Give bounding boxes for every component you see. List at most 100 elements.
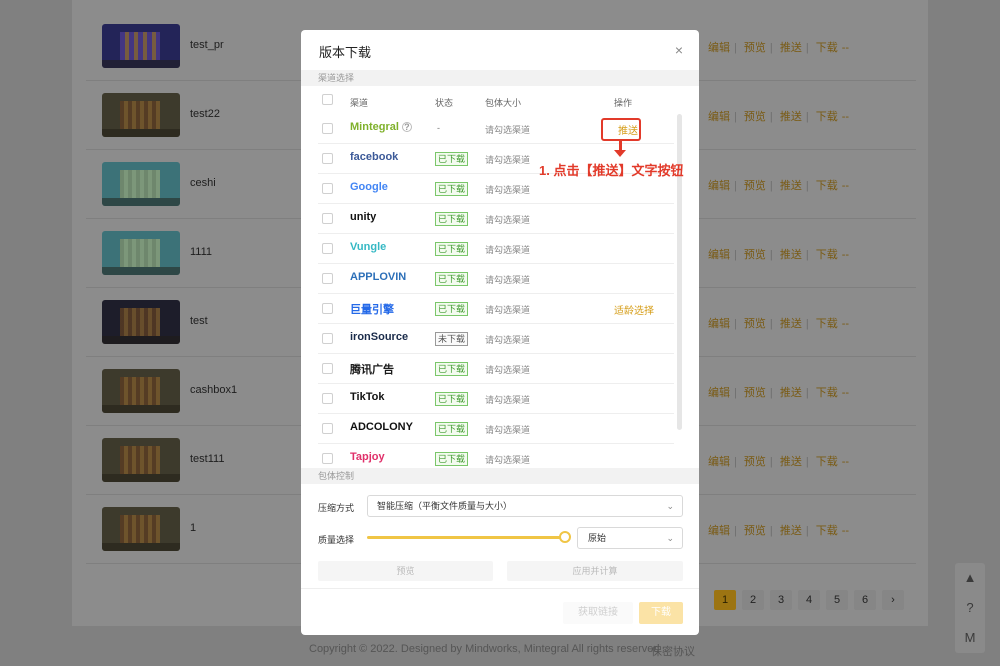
download-link[interactable]: 下载 <box>816 42 838 54</box>
page-button[interactable]: 3 <box>770 590 792 610</box>
age-select-button[interactable]: 适龄选择 <box>614 302 654 317</box>
channel-checkbox[interactable] <box>322 453 333 464</box>
chevron-down-icon: ⌄ <box>666 533 674 543</box>
channel-checkbox[interactable] <box>322 183 333 194</box>
quality-slider-handle[interactable] <box>559 531 571 543</box>
close-icon[interactable]: × <box>675 42 683 58</box>
page-button[interactable]: 5 <box>826 590 848 610</box>
push-link[interactable]: 推送 <box>780 180 802 192</box>
package-size: 请勾选渠道 <box>485 365 531 375</box>
preview-link[interactable]: 预览 <box>744 249 766 261</box>
channel-row: unity 已下载 请勾选渠道 <box>318 204 674 234</box>
push-link[interactable]: 推送 <box>780 387 802 399</box>
edit-link[interactable]: 编辑 <box>708 180 730 192</box>
project-thumbnail[interactable] <box>102 231 180 275</box>
pagination: 1 2 3 4 5 6 › <box>714 590 904 610</box>
channel-checkbox[interactable] <box>322 393 333 404</box>
channel-section-header: 渠道选择 <box>301 70 699 86</box>
push-link[interactable]: 推送 <box>780 318 802 330</box>
channel-checkbox[interactable] <box>322 153 333 164</box>
channel-checkbox[interactable] <box>322 303 333 314</box>
edit-link[interactable]: 编辑 <box>708 525 730 537</box>
channel-logo: APPLOVIN <box>350 271 406 283</box>
channel-checkbox[interactable] <box>322 213 333 224</box>
page-button[interactable]: 2 <box>742 590 764 610</box>
project-name: 1 <box>190 522 197 534</box>
push-link[interactable]: 推送 <box>780 42 802 54</box>
status-badge: 已下载 <box>435 152 469 166</box>
channel-logo: Mintegral? <box>350 121 412 133</box>
channel-logo: Vungle <box>350 241 386 253</box>
preview-link[interactable]: 预览 <box>744 387 766 399</box>
privacy-link[interactable]: 保密协议 <box>651 643 695 659</box>
scroll-top-icon[interactable]: ▲ <box>955 563 985 593</box>
page-button[interactable]: 6 <box>854 590 876 610</box>
channel-checkbox[interactable] <box>322 123 333 134</box>
channel-logo: 巨量引擎 <box>350 301 394 317</box>
more-dash: -- <box>841 387 850 399</box>
next-page-button[interactable]: › <box>882 590 904 610</box>
quality-label: 质量选择 <box>318 535 355 545</box>
push-link[interactable]: 推送 <box>780 456 802 468</box>
status-badge: 已下载 <box>435 212 469 226</box>
header-channel: 渠道 <box>350 98 369 108</box>
select-all-checkbox[interactable] <box>322 94 333 105</box>
channel-checkbox[interactable] <box>322 243 333 254</box>
edit-link[interactable]: 编辑 <box>708 456 730 468</box>
download-link[interactable]: 下载 <box>816 111 838 123</box>
project-thumbnail[interactable] <box>102 507 180 551</box>
push-link[interactable]: 推送 <box>780 525 802 537</box>
apply-calculate-button[interactable]: 应用并计算 <box>507 561 683 581</box>
project-thumbnail[interactable] <box>102 24 180 68</box>
quality-select[interactable]: 原始 ⌄ <box>577 527 683 549</box>
push-link[interactable]: 推送 <box>780 111 802 123</box>
download-link[interactable]: 下载 <box>816 180 838 192</box>
mail-icon[interactable]: M <box>955 623 985 653</box>
download-link[interactable]: 下载 <box>816 525 838 537</box>
edit-link[interactable]: 编辑 <box>708 42 730 54</box>
download-link[interactable]: 下载 <box>816 249 838 261</box>
preview-link[interactable]: 预览 <box>744 318 766 330</box>
get-link-button[interactable]: 获取链接 <box>563 602 633 624</box>
row-actions: 编辑 | 预览 | 推送 | 下载 -- <box>708 387 850 399</box>
preview-link[interactable]: 预览 <box>744 180 766 192</box>
project-thumbnail[interactable] <box>102 162 180 206</box>
download-link[interactable]: 下载 <box>816 387 838 399</box>
quality-slider-track[interactable] <box>367 536 565 539</box>
project-thumbnail[interactable] <box>102 369 180 413</box>
preview-link[interactable]: 预览 <box>744 111 766 123</box>
page-button[interactable]: 1 <box>714 590 736 610</box>
help-circle-icon[interactable]: ? <box>401 122 412 132</box>
channel-checkbox[interactable] <box>322 423 333 434</box>
channel-name: Google <box>350 181 388 193</box>
project-thumbnail[interactable] <box>102 438 180 482</box>
preview-link[interactable]: 预览 <box>744 525 766 537</box>
project-thumbnail[interactable] <box>102 300 180 344</box>
preview-link[interactable]: 预览 <box>744 42 766 54</box>
header-size: 包体大小 <box>485 98 522 108</box>
edit-link[interactable]: 编辑 <box>708 387 730 399</box>
more-dash: -- <box>841 42 850 54</box>
package-size: 请勾选渠道 <box>485 305 531 315</box>
package-size: 请勾选渠道 <box>485 155 531 165</box>
page-button[interactable]: 4 <box>798 590 820 610</box>
project-thumbnail[interactable] <box>102 93 180 137</box>
edit-link[interactable]: 编辑 <box>708 318 730 330</box>
preview-link[interactable]: 预览 <box>744 456 766 468</box>
channel-checkbox[interactable] <box>322 273 333 284</box>
channel-name: TikTok <box>350 391 385 403</box>
download-link[interactable]: 下载 <box>816 456 838 468</box>
compress-select[interactable]: 智能压缩（平衡文件质量与大小） ⌄ <box>367 495 683 517</box>
preview-button[interactable]: 预览 <box>318 561 493 581</box>
edit-link[interactable]: 编辑 <box>708 111 730 123</box>
channel-logo: 腾讯广告 <box>350 361 394 377</box>
push-link[interactable]: 推送 <box>780 249 802 261</box>
channel-logo: facebook <box>350 151 398 163</box>
status-badge: 已下载 <box>435 302 469 316</box>
help-icon[interactable]: ? <box>955 593 985 623</box>
download-link[interactable]: 下载 <box>816 318 838 330</box>
edit-link[interactable]: 编辑 <box>708 249 730 261</box>
channel-checkbox[interactable] <box>322 333 333 344</box>
download-button[interactable]: 下载 <box>639 602 683 624</box>
channel-checkbox[interactable] <box>322 363 333 374</box>
